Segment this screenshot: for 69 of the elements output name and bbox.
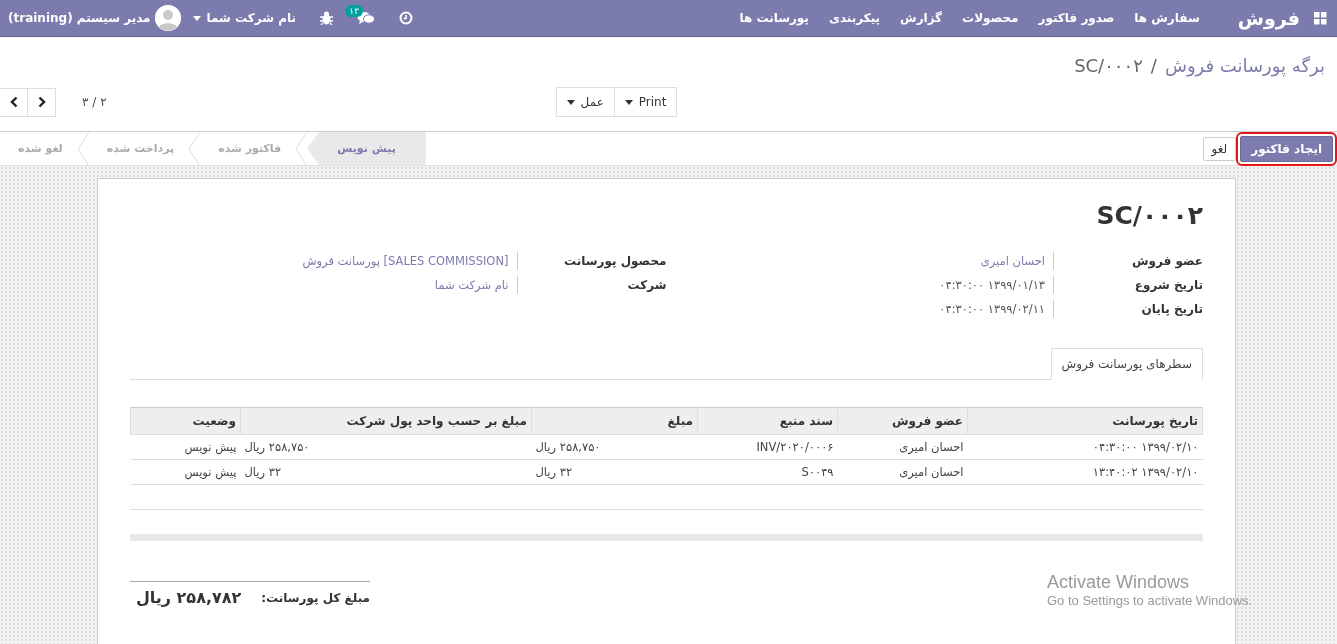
company-switcher[interactable]: نام شرکت شما: [192, 11, 296, 25]
field-value: ۱۳۹۹/۰۲/۱۱ ۰۴:۳۰:۰۰: [938, 301, 1046, 318]
column-header[interactable]: سند منبع: [697, 407, 838, 435]
menu-item[interactable]: محصولات: [952, 11, 1029, 25]
pager-counter: ۲ / ۳: [82, 95, 107, 109]
table-cell: S۰۰۴۹: [801, 465, 834, 479]
dropdown-button[interactable]: Print: [613, 87, 678, 117]
column-header[interactable]: تاریخ پورسانت: [967, 407, 1203, 435]
notebook-tab[interactable]: سطرهای پورسانت فروش: [1050, 348, 1203, 380]
field-link[interactable]: احسان امیری: [666, 252, 1053, 270]
table-cell: ۲۵۸,۷۵۰ ریال: [535, 440, 601, 454]
field-label: تاریخ شروع: [1053, 276, 1203, 294]
previous-button[interactable]: [0, 87, 28, 117]
status-stage[interactable]: پیش نویس: [307, 131, 426, 166]
breadcrumb-separator: /: [1150, 54, 1157, 76]
column-header[interactable]: عضو فروش: [837, 407, 968, 435]
breadcrumb-current: SC/۰۰۰۲: [1074, 54, 1143, 76]
menu-item[interactable]: صدور فاکتور: [1028, 11, 1125, 25]
table-cell: ۱۳۹۹/۰۲/۱۰ ۱۳:۴۰:۰۲: [1092, 465, 1199, 479]
column-header[interactable]: مبلغ بر حسب واحد پول شرکت: [240, 407, 532, 435]
field-label: محصول پورسانت: [516, 252, 667, 270]
menu-item[interactable]: سفارش ها: [1124, 11, 1210, 25]
menu-item[interactable]: گزارش: [890, 11, 953, 25]
field-link[interactable]: [SALES COMMISSION] پورسانت فروش: [130, 252, 517, 270]
field-label: تاریخ پایان: [1053, 300, 1203, 318]
dropdown-button[interactable]: عمل: [555, 87, 614, 117]
table-cell: INV/۲۰۲۰/۰۰۰۶: [756, 440, 834, 454]
chevron-left-icon: [9, 96, 18, 108]
field-value: ۱۳۹۹/۰۱/۱۳ ۰۴:۳۰:۰۰: [938, 277, 1046, 294]
table-cell: ۳۲ ریال: [535, 465, 573, 479]
field-label: شرکت: [516, 276, 667, 294]
app-name: فروش: [1237, 7, 1300, 29]
table-cell: ۱۳۹۹/۰۲/۱۰ ۰۴:۳۰:۰۰: [1092, 440, 1199, 454]
bug-icon[interactable]: [320, 11, 333, 25]
table-cell: پیش نویس: [184, 465, 237, 479]
table-cell: ۲۵۸,۷۵۰ ریال: [244, 440, 310, 454]
messages-count-badge: ۱۳: [345, 5, 363, 17]
cancel-button[interactable]: لغو: [1202, 136, 1237, 161]
user-name[interactable]: مدیر سیستم (training): [8, 11, 151, 25]
record-title: SC/۰۰۰۲: [1095, 201, 1203, 230]
field-link[interactable]: نام شرکت شما: [130, 276, 517, 294]
breadcrumb-link[interactable]: برگه پورسانت فروش: [1164, 54, 1325, 76]
menu-item[interactable]: پیکربندی: [818, 11, 891, 25]
stage-separator-icon: [188, 131, 201, 166]
status-stage[interactable]: لغو شده: [0, 131, 77, 166]
activation-notice-title: Activate Windows: [1047, 572, 1191, 593]
table-cell: احسان امیری: [899, 440, 964, 454]
stage-separator-icon: [295, 131, 308, 166]
apps-grid-icon[interactable]: [1314, 11, 1327, 25]
table-cell: ۳۲ ریال: [244, 465, 282, 479]
chevron-right-icon: [37, 96, 46, 108]
activation-notice-text: Go to Settings to activate Windows.: [1047, 593, 1253, 608]
status-stage[interactable]: فاکتور شده: [200, 131, 296, 166]
table-cell: احسان امیری: [899, 465, 964, 479]
total-amount: ۲۵۸,۷۸۲ ریال: [135, 588, 242, 607]
status-stage[interactable]: پرداخت شده: [88, 131, 189, 166]
menu-item[interactable]: پورسانت ها: [729, 11, 819, 25]
field-label: عضو فروش: [1053, 252, 1203, 270]
total-label: مبلغ کل پورسانت:: [261, 590, 370, 605]
avatar-icon[interactable]: [154, 5, 181, 31]
caret-icon: [624, 99, 633, 105]
clock-icon[interactable]: [399, 11, 413, 25]
table-cell: پیش نویس: [184, 440, 237, 454]
column-header[interactable]: مبلغ: [531, 407, 698, 435]
stage-separator-icon: [76, 131, 89, 166]
next-button[interactable]: [27, 87, 56, 117]
caret-icon: [566, 99, 575, 105]
caret-icon: [192, 15, 201, 21]
column-header[interactable]: وضعیت: [130, 407, 241, 435]
